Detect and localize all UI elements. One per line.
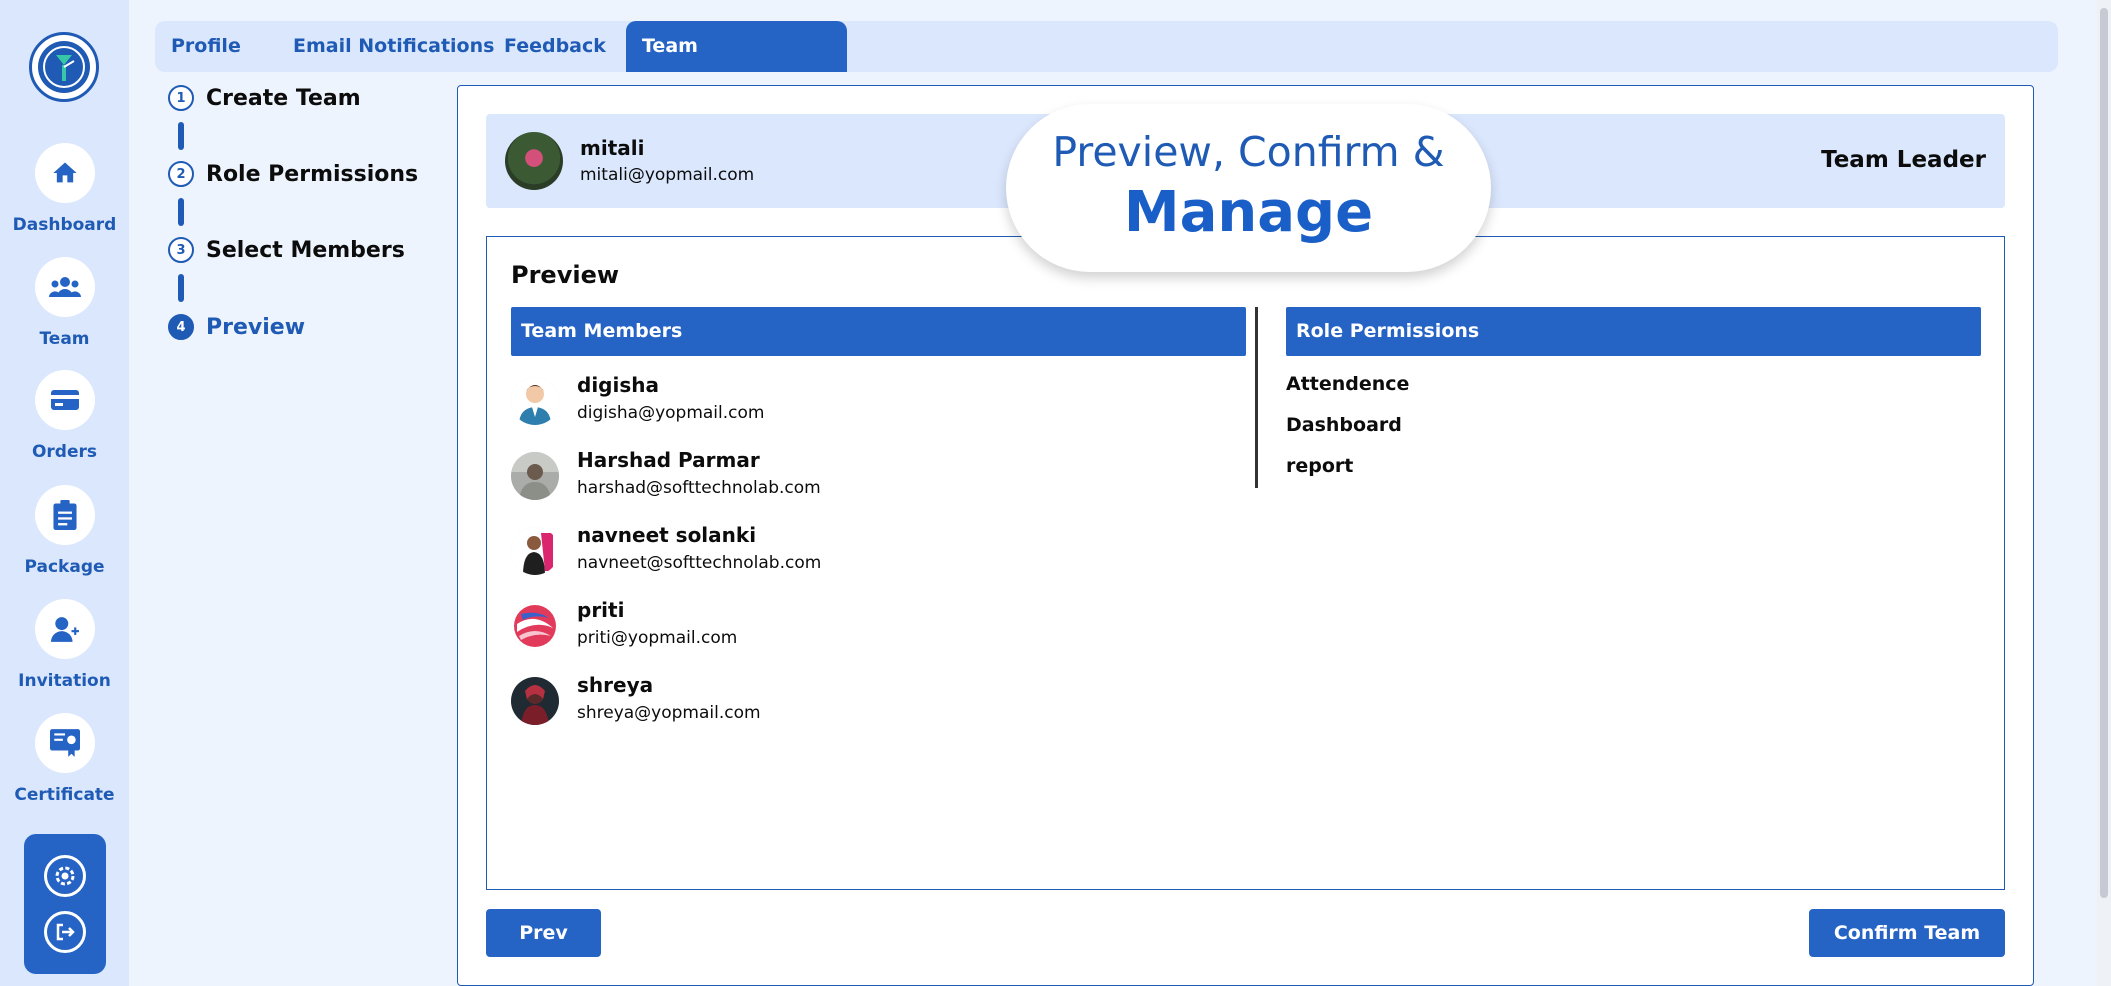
step-number: 1	[168, 85, 194, 111]
step-number: 2	[168, 161, 194, 187]
sidebar-item-orders[interactable]: Orders	[0, 370, 129, 462]
clipboard-icon	[34, 485, 95, 545]
sidebar-item-label: Dashboard	[12, 215, 117, 235]
sidebar: Dashboard Team Orders Package Invitation…	[0, 0, 129, 986]
team-icon	[34, 257, 95, 317]
preview-box: Preview Team Members Role Permissions di…	[486, 236, 2005, 890]
sidebar-item-label: Orders	[31, 442, 98, 462]
settings-gear-icon[interactable]	[44, 855, 86, 897]
certificate-icon	[34, 713, 95, 773]
page-scrollbar[interactable]	[2097, 0, 2111, 986]
sidebar-item-invitation[interactable]: Invitation	[0, 599, 129, 691]
team-members-header: Team Members	[511, 307, 1246, 356]
role-permissions-header: Role Permissions	[1286, 307, 1981, 356]
app-logo[interactable]	[29, 32, 99, 102]
card-icon	[34, 370, 95, 430]
column-divider	[1255, 307, 1258, 488]
step-label: Create Team	[206, 85, 361, 111]
sidebar-item-label: Certificate	[14, 785, 115, 805]
step-number: 3	[168, 237, 194, 263]
sidebar-item-dashboard[interactable]: Dashboard	[0, 143, 129, 235]
tab-profile[interactable]: Profile	[155, 21, 257, 72]
member-name: priti	[577, 598, 625, 622]
preview-title: Preview	[511, 261, 620, 289]
step-connector	[178, 122, 184, 150]
user-plus-icon	[34, 599, 95, 659]
avatar	[511, 677, 559, 725]
badge-line1: Preview, Confirm &	[1052, 128, 1445, 176]
member-email: harshad@softtechnolab.com	[577, 478, 821, 498]
avatar	[505, 132, 563, 190]
leader-role: Team Leader	[1821, 147, 1986, 173]
sidebar-item-label: Team	[39, 329, 90, 349]
avatar	[511, 602, 559, 650]
sidebar-item-label: Package	[24, 557, 105, 577]
avatar	[511, 527, 559, 575]
member-email: priti@yopmail.com	[577, 628, 738, 648]
member-name: shreya	[577, 673, 654, 697]
member-name: digisha	[577, 373, 659, 397]
permission-item: Attendence	[1286, 373, 1410, 395]
prev-button[interactable]: Prev	[486, 909, 601, 957]
home-icon	[34, 143, 95, 203]
member-name: navneet solanki	[577, 523, 757, 547]
tab-feedback[interactable]: Feedback	[488, 21, 622, 72]
step-connector	[178, 198, 184, 226]
step-number: 4	[168, 314, 194, 340]
avatar	[511, 452, 559, 500]
leader-email: mitali@yopmail.com	[580, 165, 755, 185]
confirm-team-button[interactable]: Confirm Team	[1809, 909, 2005, 957]
step-connector	[178, 274, 184, 302]
member-email: digisha@yopmail.com	[577, 403, 765, 423]
step-label: Preview	[206, 314, 306, 340]
step-create-team[interactable]: 1 Create Team	[168, 85, 361, 111]
sidebar-item-package[interactable]: Package	[0, 485, 129, 577]
tab-email-notifications[interactable]: Email Notifications	[277, 21, 510, 72]
tab-team-management[interactable]: Team Management	[626, 21, 847, 108]
avatar	[511, 377, 559, 425]
badge-line2: Manage	[1123, 180, 1374, 245]
member-name: Harshad Parmar	[577, 448, 760, 472]
sidebar-item-team[interactable]: Team	[0, 257, 129, 349]
permission-item: report	[1286, 455, 1354, 477]
scrollbar-thumb[interactable]	[2100, 8, 2108, 898]
preview-confirm-manage-badge: Preview, Confirm & Manage	[1006, 104, 1491, 272]
step-preview[interactable]: 4 Preview	[168, 314, 305, 340]
sidebar-item-certificate[interactable]: Certificate	[0, 713, 129, 805]
sidebar-item-label: Invitation	[18, 671, 111, 691]
step-select-members[interactable]: 3 Select Members	[168, 237, 405, 263]
step-label: Role Permissions	[206, 161, 419, 187]
sidebar-bottom-actions	[24, 834, 106, 974]
member-email: shreya@yopmail.com	[577, 703, 761, 723]
leader-name: mitali	[580, 136, 645, 160]
settings-tabbar: Profile Email Notifications Feedback Tea…	[155, 21, 2058, 108]
step-label: Select Members	[206, 237, 405, 263]
step-role-permissions[interactable]: 2 Role Permissions	[168, 161, 418, 187]
permission-item: Dashboard	[1286, 414, 1402, 436]
clock-logo-icon	[38, 41, 90, 93]
member-email: navneet@softtechnolab.com	[577, 553, 822, 573]
logout-icon[interactable]	[44, 911, 86, 953]
